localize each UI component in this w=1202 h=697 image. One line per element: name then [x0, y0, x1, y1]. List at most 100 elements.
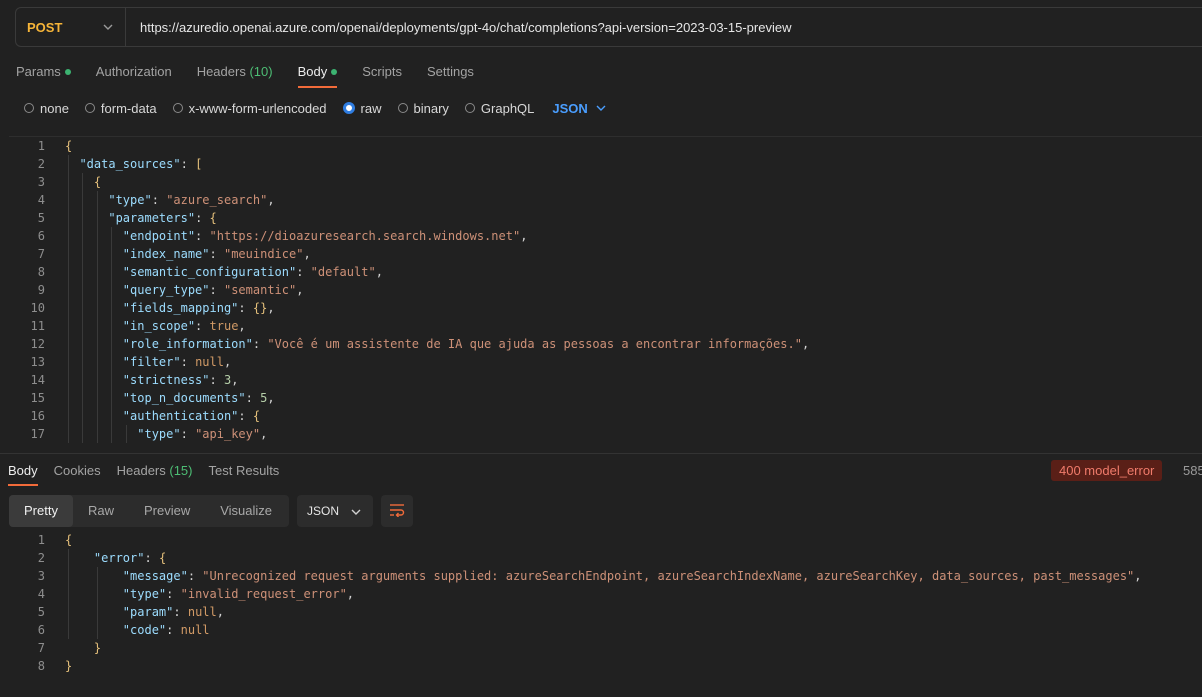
line-number: 10 — [30, 301, 45, 315]
response-body-line: 8} — [9, 657, 1202, 675]
response-format-dropdown[interactable]: JSON — [297, 495, 373, 527]
line-number: 4 — [37, 193, 45, 207]
tab-authorization-label: Authorization — [95, 64, 172, 79]
request-body-editor[interactable]: 1{2 "data_sources": [3 {4 "type": "azure… — [9, 136, 1202, 448]
radio-none-button[interactable] — [24, 103, 34, 113]
indent-guide — [82, 425, 84, 443]
radio-none[interactable]: none — [24, 101, 69, 116]
line-number: 2 — [37, 157, 45, 171]
body-language-label: JSON — [552, 100, 588, 116]
line-number: 6 — [37, 229, 45, 243]
line-number: 17 — [30, 427, 45, 441]
indent-guide — [68, 155, 69, 173]
indent-guide — [82, 173, 84, 191]
tab-scripts[interactable]: Scripts — [362, 60, 402, 88]
indent-guide — [68, 317, 69, 335]
indent-guide — [96, 281, 98, 299]
indent-guide — [82, 263, 84, 281]
body-indicator-dot — [331, 68, 338, 75]
line-number: 2 — [37, 551, 45, 565]
indent-guide — [68, 549, 69, 567]
response-tab-headers[interactable]: Headers (15) — [117, 460, 193, 486]
radio-urlencoded-label: x-www-form-urlencoded — [188, 100, 327, 116]
request-body-line: 9 "query_type": "semantic", — [9, 281, 1202, 299]
response-tab-body[interactable]: Body — [8, 460, 38, 486]
indent-guide — [68, 335, 69, 353]
body-language-dropdown[interactable]: JSON — [552, 100, 606, 116]
indent-guide — [111, 335, 113, 353]
url-input[interactable]: https://azuredio.openai.azure.com/openai… — [126, 20, 791, 35]
tab-headers[interactable]: Headers (10) — [197, 60, 273, 88]
indent-guide — [96, 603, 98, 621]
method-select[interactable]: POST — [16, 8, 126, 46]
radio-raw-button[interactable] — [342, 102, 355, 114]
tab-settings[interactable]: Settings — [427, 60, 474, 88]
indent-guide — [68, 603, 69, 621]
radio-raw[interactable]: raw — [342, 101, 382, 116]
indent-guide — [96, 299, 98, 317]
indent-guide — [82, 191, 84, 209]
request-body-code: "strictness": 3, — [65, 371, 238, 389]
indent-guide — [96, 335, 98, 353]
response-body-code: "error": { — [65, 549, 166, 567]
request-body-line: 5 "parameters": { — [9, 209, 1202, 227]
radio-graphql-button[interactable] — [464, 103, 475, 113]
params-indicator-dot — [64, 68, 71, 75]
view-raw-button[interactable]: Raw — [73, 495, 129, 527]
radio-binary-button[interactable] — [397, 103, 408, 113]
wrap-lines-icon — [389, 503, 405, 520]
indent-guide — [96, 407, 98, 425]
request-body-line: 7 "index_name": "meuindice", — [9, 245, 1202, 263]
indent-guide — [111, 227, 113, 245]
indent-guide — [96, 371, 98, 389]
view-preview-button[interactable]: Preview — [129, 495, 205, 527]
tab-authorization[interactable]: Authorization — [96, 60, 172, 88]
line-number: 7 — [37, 247, 45, 261]
request-body-line: 2 "data_sources": [ — [9, 155, 1202, 173]
request-body-line: 8 "semantic_configuration": "default", — [9, 263, 1202, 281]
view-pretty-button[interactable]: Pretty — [9, 495, 73, 527]
radio-urlencoded-button[interactable] — [172, 103, 183, 113]
request-body-code: "query_type": "semantic", — [65, 281, 303, 299]
indent-guide — [111, 407, 113, 425]
tab-params-label: Params — [16, 64, 61, 79]
indent-guide — [68, 227, 69, 245]
status-badge[interactable]: 400 model_error — [1051, 460, 1163, 481]
response-body-viewer[interactable]: 1{2 "error": {3 "message": "Unrecognized… — [9, 531, 1202, 681]
request-body-code: "endpoint": "https://dioazuresearch.sear… — [65, 227, 527, 245]
response-body-line: 3 "message": "Unrecognized request argum… — [9, 567, 1202, 585]
indent-guide — [111, 245, 113, 263]
line-number: 14 — [30, 373, 45, 387]
response-tab-test-results[interactable]: Test Results — [209, 460, 280, 486]
radio-graphql[interactable]: GraphQL — [464, 101, 534, 116]
response-body-line: 1{ — [9, 531, 1202, 549]
radio-urlencoded[interactable]: x-www-form-urlencoded — [172, 100, 327, 116]
tab-params[interactable]: Params — [16, 60, 71, 88]
indent-guide — [68, 209, 69, 227]
response-view-toggle: Pretty Raw Preview Visualize — [9, 495, 289, 527]
indent-guide — [68, 173, 69, 191]
indent-guide — [68, 281, 69, 299]
radio-form-data[interactable]: form-data — [84, 101, 157, 116]
request-body-code: "data_sources": [ — [65, 155, 202, 173]
chevron-down-icon — [351, 504, 361, 518]
view-visualize-button[interactable]: Visualize — [205, 495, 287, 527]
line-number: 6 — [37, 623, 45, 637]
radio-form-data-button[interactable] — [84, 103, 95, 113]
line-number: 8 — [37, 265, 45, 279]
tab-scripts-label: Scripts — [362, 64, 402, 79]
indent-guide — [96, 425, 98, 443]
request-body-code: "type": "azure_search", — [65, 191, 275, 209]
response-body-line: 2 "error": { — [9, 549, 1202, 567]
wrap-lines-button[interactable] — [381, 495, 413, 527]
response-tab-test-results-label: Test Results — [208, 463, 280, 478]
method-label: POST — [27, 19, 63, 35]
tab-body[interactable]: Body — [297, 60, 338, 88]
indent-guide — [82, 245, 84, 263]
pane-divider[interactable] — [0, 453, 1202, 454]
response-tab-cookies[interactable]: Cookies — [54, 460, 101, 486]
indent-guide — [96, 227, 98, 245]
radio-binary[interactable]: binary — [397, 101, 449, 116]
response-size[interactable]: 585 — [1183, 463, 1202, 478]
request-body-line: 15 "top_n_documents": 5, — [9, 389, 1202, 407]
